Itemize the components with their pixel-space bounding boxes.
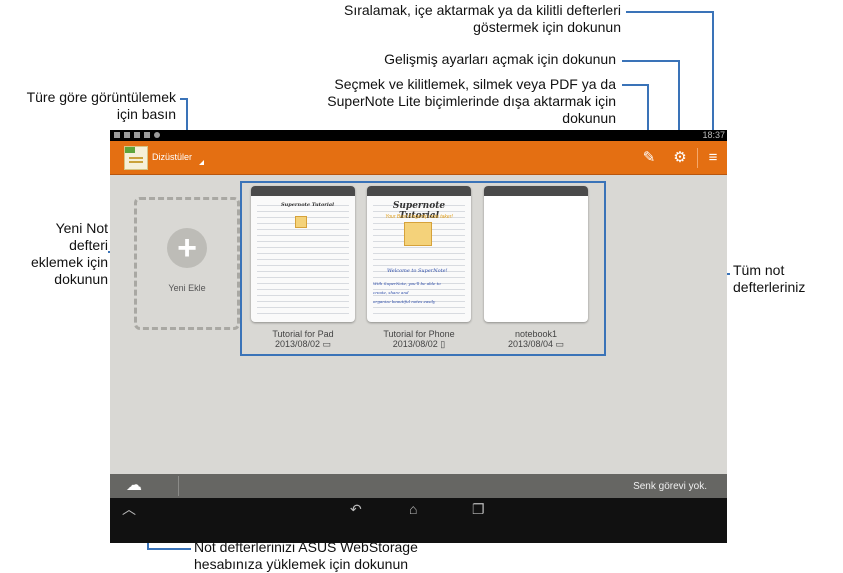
callout-line: hesabınıza yüklemek için dokunun bbox=[194, 556, 409, 572]
status-bar: 18:37 bbox=[110, 130, 727, 141]
notebook-name: Tutorial for Phone bbox=[383, 329, 455, 339]
notebook-handwriting: organize beautiful notes easily bbox=[373, 299, 436, 304]
sync-status: Senk görevi yok. bbox=[633, 481, 707, 492]
gallery-icon bbox=[124, 132, 130, 138]
cloud-sync-icon: ☁ bbox=[126, 477, 142, 494]
view-type-selector[interactable]: Dizüstüler bbox=[152, 152, 192, 162]
callout-select-lock: Seçmek ve kilitlemek, silmek veya PDF ya… bbox=[280, 76, 616, 127]
callout-view-by-type: Türe göre görüntülemek için basın bbox=[0, 89, 176, 123]
leader-line bbox=[147, 548, 191, 550]
notebook-caption: Tutorial for Phone 2013/08/02 ▯ bbox=[367, 329, 471, 349]
notebook-cover-image bbox=[295, 216, 307, 228]
home-icon[interactable]: ⌂ bbox=[409, 497, 417, 521]
select-edit-button[interactable]: ✎ bbox=[638, 147, 660, 169]
back-icon[interactable]: ↶ bbox=[350, 497, 362, 521]
action-bar-divider bbox=[697, 148, 698, 168]
callout-sort-import: Sıralamak, içe aktarmak ya da kilitli de… bbox=[285, 2, 621, 36]
cloud-sync-button[interactable]: ☁ bbox=[126, 477, 160, 495]
callout-line: dokunun bbox=[562, 110, 616, 126]
gear-icon: ⚙ bbox=[673, 149, 687, 166]
callout-advanced-settings: Gelişmiş ayarları açmak için dokunun bbox=[384, 51, 616, 67]
phone-device-icon: ▯ bbox=[440, 339, 446, 349]
add-notebook-label: Yeni Ekle bbox=[168, 283, 206, 293]
notebook-name: notebook1 bbox=[514, 329, 558, 339]
notebook-caption: Tutorial for Pad 2013/08/02 ▭ bbox=[251, 329, 355, 349]
notebook-caption: notebook1 2013/08/04 ▭ bbox=[484, 329, 588, 349]
notebook-binding bbox=[484, 186, 588, 196]
callout-line: defterleriniz bbox=[733, 279, 806, 295]
notebook-icon[interactable] bbox=[124, 146, 148, 170]
callout-webstorage: Not defterlerinizi ASUS WebStorage hesab… bbox=[194, 539, 454, 573]
callout-line: Sıralamak, içe aktarmak ya da kilitli de… bbox=[344, 2, 621, 18]
notebook-cover-title: Supernote Tutorial bbox=[281, 202, 334, 208]
callout-line: dokunun bbox=[54, 271, 108, 287]
callout-line: defteri bbox=[69, 237, 108, 253]
leader-line bbox=[622, 84, 649, 86]
settings-button[interactable]: ⚙ bbox=[669, 147, 691, 169]
mail-icon bbox=[134, 132, 140, 138]
leader-line bbox=[626, 11, 714, 13]
notebook-date: 2013/08/04 bbox=[507, 339, 553, 349]
notification-icon bbox=[114, 132, 120, 138]
notebook-date-row: 2013/08/02 ▯ bbox=[367, 339, 471, 349]
bottom-bar: ☁ Senk görevi yok. bbox=[110, 474, 727, 498]
notebook-cover-image bbox=[404, 222, 432, 246]
tablet-screen: 18:37 Dizüstüler ✎ ⚙ ≡ + Yeni Ekle Super… bbox=[110, 130, 727, 543]
headphone-icon bbox=[154, 132, 160, 138]
bottom-bar-divider bbox=[178, 476, 179, 496]
notebook-handwriting: With SuperNote, you'll be able to bbox=[373, 281, 441, 286]
tablet-device-icon: ▭ bbox=[322, 339, 332, 349]
notebook-card[interactable]: Supernote Tutorial Your Best Fingertip n… bbox=[367, 186, 471, 322]
notebook-card[interactable] bbox=[484, 186, 588, 322]
menu-button[interactable]: ≡ bbox=[702, 147, 724, 169]
dropdown-arrow-icon bbox=[199, 160, 204, 165]
notebook-date: 2013/08/02 bbox=[274, 339, 320, 349]
notebook-cover-subtitle: Your Best Fingertip note taker! bbox=[385, 214, 453, 220]
callout-line: için basın bbox=[116, 106, 176, 122]
notebook-card[interactable]: Supernote Tutorial bbox=[251, 186, 355, 322]
callout-line: Seçmek ve kilitlemek, silmek veya PDF ya… bbox=[334, 76, 616, 92]
status-time: 18:37 bbox=[702, 130, 725, 140]
notebook-handwriting: create, share and bbox=[373, 290, 409, 295]
recent-apps-icon[interactable]: ❐ bbox=[472, 497, 485, 521]
action-bar: Dizüstüler ✎ ⚙ ≡ bbox=[110, 141, 727, 175]
callout-line: SuperNote Lite biçimlerinde dışa aktarma… bbox=[327, 93, 616, 109]
notebook-binding bbox=[251, 186, 355, 196]
notebook-name: Tutorial for Pad bbox=[272, 329, 334, 339]
callout-all-notebooks: Tüm not defterleriniz bbox=[733, 262, 843, 296]
mail-icon bbox=[144, 132, 150, 138]
callout-line: Tüm not bbox=[733, 262, 785, 278]
select-edit-icon: ✎ bbox=[642, 149, 656, 166]
callout-line: Türe göre görüntülemek bbox=[26, 89, 176, 105]
notebook-handwriting: Welcome to SuperNote! bbox=[387, 268, 448, 274]
notebook-date-row: 2013/08/04 ▭ bbox=[484, 339, 588, 349]
notebook-date: 2013/08/02 bbox=[392, 339, 438, 349]
system-nav-bar: ︿ ↶ ⌂ ❐ bbox=[110, 498, 727, 543]
callout-line: Yeni Not bbox=[55, 220, 108, 236]
up-arrow-icon[interactable]: ︿ bbox=[122, 497, 136, 521]
callout-line: göstermek için dokunun bbox=[473, 19, 621, 35]
callout-add-notebook: Yeni Not defteri eklemek için dokunun bbox=[0, 220, 108, 288]
tablet-device-icon: ▭ bbox=[555, 339, 565, 349]
plus-icon: + bbox=[167, 228, 207, 268]
leader-line bbox=[622, 60, 680, 62]
menu-icon: ≡ bbox=[708, 149, 718, 166]
add-notebook-button[interactable]: + Yeni Ekle bbox=[134, 197, 240, 330]
callout-line: eklemek için bbox=[30, 254, 108, 270]
notebook-date-row: 2013/08/02 ▭ bbox=[251, 339, 355, 349]
notebook-binding bbox=[367, 186, 471, 196]
